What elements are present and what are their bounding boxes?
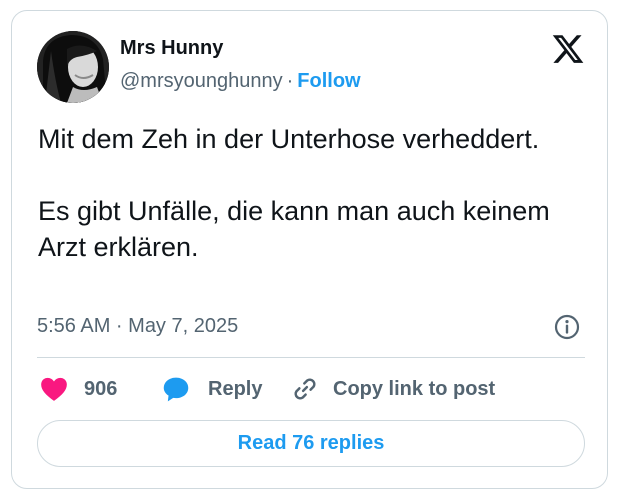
read-replies-label: Read 76 replies [237,432,385,454]
like-count: 906 [84,377,118,400]
x-logo-icon[interactable] [551,32,585,66]
tweet-paragraph: Es gibt Unfälle, die kann man auch keine… [38,196,550,262]
link-icon [290,374,320,404]
speech-bubble-icon [162,375,190,403]
like-button[interactable]: 906 [40,373,117,405]
handle-separator: · [286,70,294,92]
author-handle-row: @mrsyounghunny · Follow [120,70,361,93]
tweet-timestamp[interactable]: 5:56 AM · May 7, 2025 [37,315,238,338]
author-handle[interactable]: @mrsyounghunny [120,70,283,92]
tweet-paragraph: Mit dem Zeh in der Unterhose verheddert. [38,124,540,154]
heart-icon [40,376,68,402]
reply-label: Reply [208,377,263,400]
follow-button[interactable]: Follow [297,70,360,92]
embedded-tweet-card: Mrs Hunny @mrsyounghunny · Follow Mit dem … [11,10,608,489]
author-name[interactable]: Mrs Hunny [120,37,223,60]
avatar[interactable] [37,31,109,103]
copy-link-label: Copy link to post [333,377,496,400]
read-replies-button[interactable]: Read 76 replies [37,420,585,467]
reply-button[interactable]: Reply [162,373,262,405]
tweet-text: Mit dem Zeh in der Unterhose verheddert.… [38,121,578,265]
divider [37,357,585,358]
info-icon[interactable] [553,313,581,341]
copy-link-button[interactable]: Copy link to post [290,373,495,405]
